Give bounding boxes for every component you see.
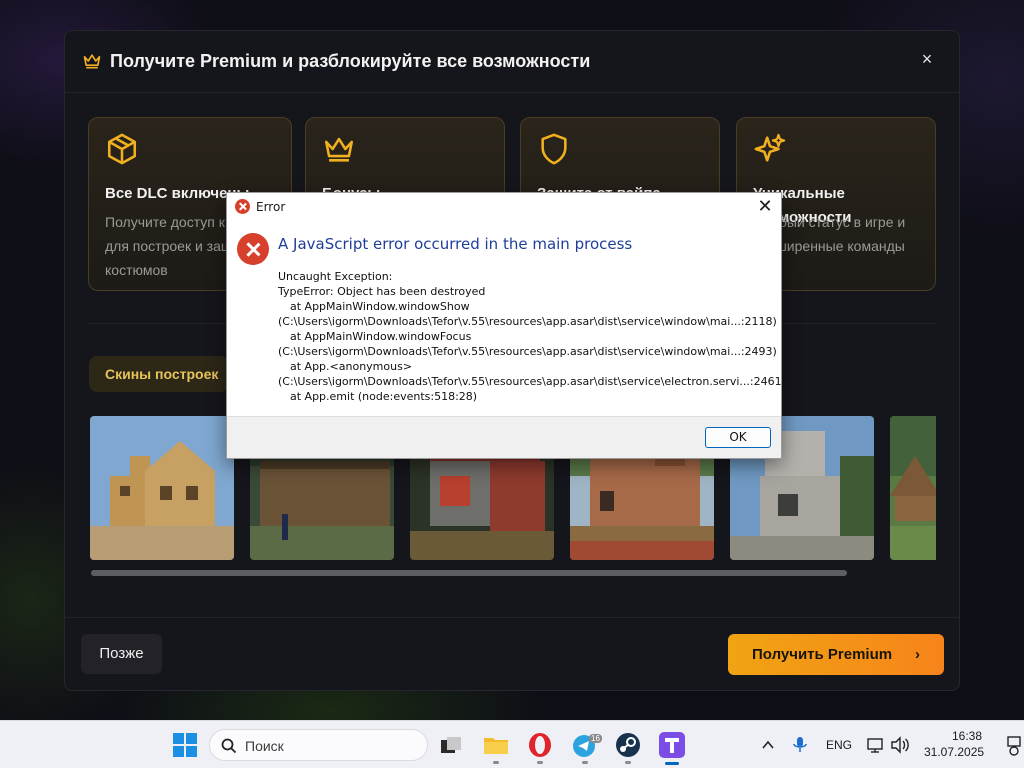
error-line: at AppMainWindow.windowFocus [290,330,472,343]
monitor-icon[interactable] [866,736,884,754]
clock-time[interactable]: 16:38 [952,729,982,743]
error-line: at App.emit (node:events:518:28) [290,390,478,403]
search-icon [221,738,237,754]
error-line: (C:\Users\igorm\Downloads\Tefor\v.55\res… [278,315,777,328]
running-indicator [537,761,543,764]
crown-icon [83,54,101,69]
error-line: (C:\Users\igorm\Downloads\Tefor\v.55\res… [278,375,786,388]
chevron-up-icon[interactable] [761,738,775,752]
gallery-scrollbar[interactable] [91,570,937,576]
get-premium-label: Получить Premium [752,646,893,663]
modal-header: Получите Premium и разблокируйте все воз… [65,31,959,93]
modal-close-button[interactable]: × [919,50,935,68]
notification-icon[interactable] [1006,736,1022,756]
running-indicator [493,761,499,764]
get-premium-button[interactable]: Получить Premium › [728,634,944,675]
windows-start-icon[interactable] [170,730,200,760]
dialog-titlebar[interactable]: Error ✕ [227,193,781,221]
ok-button[interactable]: OK [705,427,771,448]
microphone-icon[interactable] [792,736,808,754]
file-explorer-icon[interactable] [481,730,511,760]
active-indicator [665,762,679,765]
error-small-icon [235,199,250,214]
clock-date[interactable]: 31.07.2025 [924,745,984,759]
later-button[interactable]: Позже [81,634,162,674]
error-line: (C:\Users\igorm\Downloads\Tefor\v.55\res… [278,345,777,358]
language-indicator[interactable]: ENG [826,738,852,752]
error-line: TypeError: Object has been destroyed [278,285,486,298]
crown-icon [324,137,354,162]
opera-icon[interactable] [525,730,555,760]
box-icon [107,133,137,165]
task-view-icon[interactable] [436,730,466,760]
error-icon [237,233,269,265]
error-dialog: Error ✕ A JavaScript error occurred in t… [226,192,786,459]
shield-icon [541,133,567,165]
telegram-badge: 16 [589,734,602,743]
error-message: Uncaught Exception: TypeError: Object ha… [278,269,786,404]
tab-building-skins[interactable]: Скины построек [89,356,229,392]
dialog-close-button[interactable]: ✕ [755,197,775,217]
sparkle-icon [754,133,786,162]
taskbar: Поиск 16 ENG 16:38 31.07.2025 [0,720,1024,768]
error-line: at App.<anonymous> [290,360,413,373]
dialog-footer: OK [227,416,781,458]
error-line: at AppMainWindow.windowShow [290,300,470,313]
dialog-heading: A JavaScript error occurred in the main … [278,235,633,253]
running-indicator [625,761,631,764]
search-placeholder: Поиск [245,738,284,754]
tefor-app-icon[interactable] [657,730,687,760]
modal-title: Получите Premium и разблокируйте все воз… [110,51,591,71]
taskbar-search[interactable]: Поиск [209,729,428,761]
footer-divider [65,617,959,618]
running-indicator [582,761,588,764]
skin-thumbnail[interactable] [90,416,234,560]
skin-thumbnail[interactable] [890,416,936,560]
dialog-title: Error [256,200,286,214]
volume-icon[interactable] [890,736,910,754]
steam-icon[interactable] [613,730,643,760]
chevron-right-icon: › [915,646,920,663]
scrollbar-thumb[interactable] [91,570,847,576]
error-line: Uncaught Exception: [278,270,393,283]
